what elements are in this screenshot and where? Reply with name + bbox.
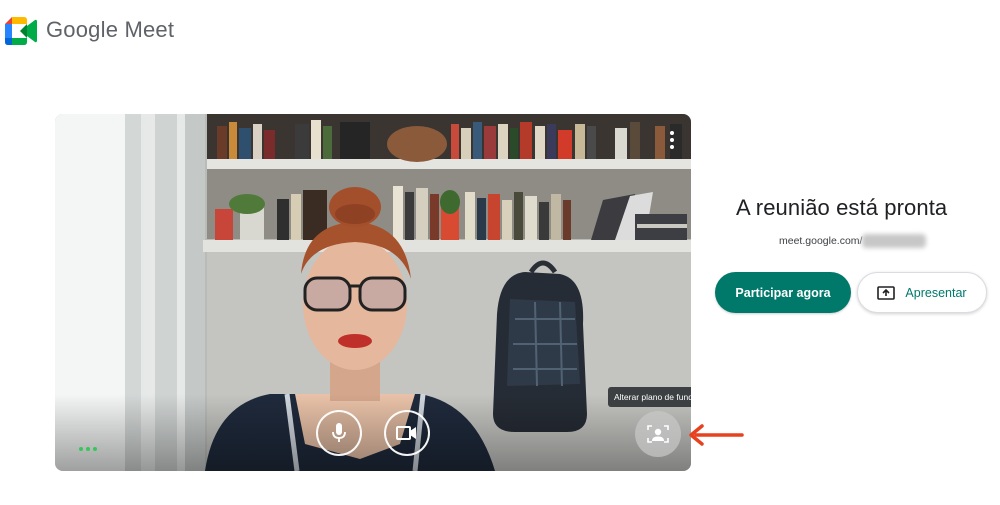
change-background-icon bbox=[647, 425, 669, 443]
change-background-button[interactable] bbox=[635, 411, 681, 457]
google-meet-logo-icon bbox=[5, 17, 37, 45]
audio-dots-icon bbox=[79, 445, 99, 453]
present-screen-icon bbox=[877, 285, 896, 300]
join-now-label: Participar agora bbox=[735, 285, 831, 300]
camera-toggle-button[interactable] bbox=[384, 410, 430, 456]
meeting-url: meet.google.com/ bbox=[779, 235, 863, 247]
microphone-toggle-button[interactable] bbox=[316, 410, 362, 456]
video-preview: Alterar plano de fundo bbox=[55, 114, 691, 471]
blurred-meeting-code bbox=[862, 234, 926, 248]
camera-preview-image bbox=[55, 114, 691, 471]
video-camera-icon bbox=[396, 426, 416, 440]
join-now-button[interactable]: Participar agora bbox=[715, 272, 851, 313]
more-options-button[interactable] bbox=[661, 128, 683, 152]
annotation-arrow bbox=[689, 424, 744, 446]
background-tooltip: Alterar plano de fundo bbox=[608, 387, 691, 407]
brand-name: Google Meet bbox=[46, 17, 175, 42]
meeting-ready-title: A reunião está pronta bbox=[736, 195, 948, 220]
present-button[interactable]: Apresentar bbox=[857, 272, 987, 313]
present-label: Apresentar bbox=[905, 285, 967, 300]
header: Google Meet bbox=[0, 0, 1000, 62]
more-vertical-icon bbox=[670, 131, 674, 135]
microphone-icon bbox=[332, 423, 346, 442]
